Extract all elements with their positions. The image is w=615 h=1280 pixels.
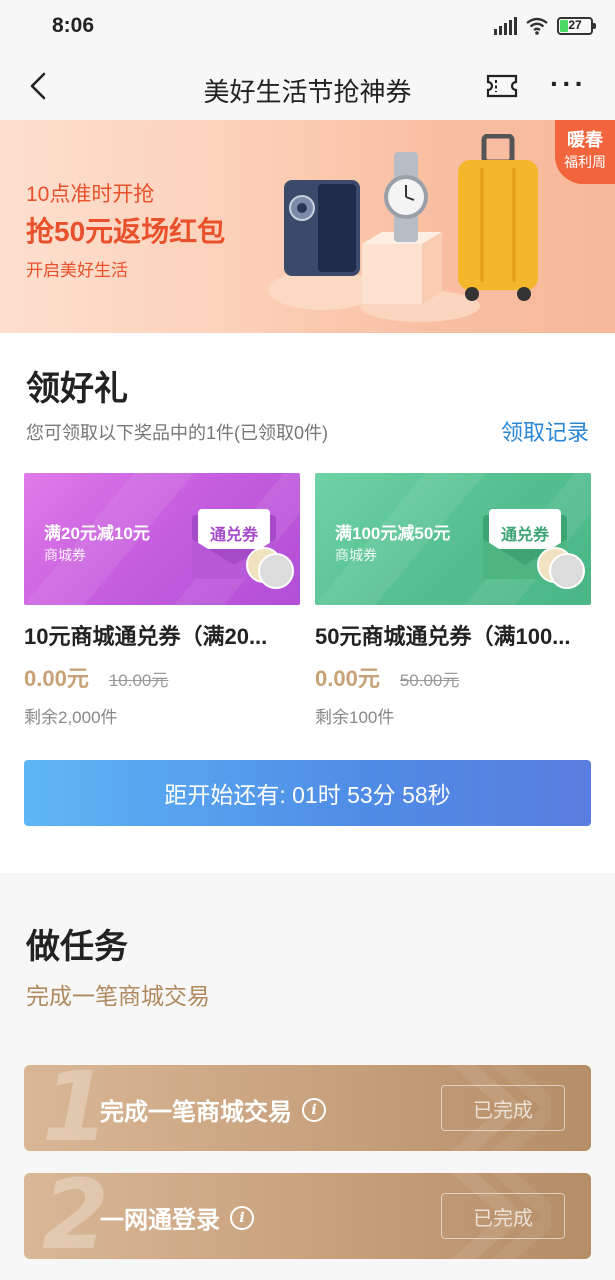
badge-line2: 福利周 xyxy=(564,154,606,170)
status-bar: 8:06 27 xyxy=(0,0,615,56)
page-title: 美好生活节抢神券 xyxy=(203,77,412,107)
box-decoration xyxy=(362,232,442,304)
battery-icon: 27 xyxy=(557,17,596,35)
coupon-condition: 满20元减10元 xyxy=(44,524,150,543)
coupon-price: 0.00元 xyxy=(315,666,380,691)
coupon-type: 商城券 xyxy=(44,547,86,563)
coupon-title: 50元商城通兑券（满100... xyxy=(315,624,571,649)
task-section: 做任务 完成一笔商城交易 1 完成一笔商城交易 i 已完成 2 一网通登录 i … xyxy=(0,873,615,1280)
task-item[interactable]: 2 一网通登录 i 已完成 xyxy=(24,1173,591,1259)
battery-level: 27 xyxy=(568,18,582,32)
coupon-card[interactable]: 满100元减50元 商城券 通兑券 50元商城通兑券（满100... 0.00元… xyxy=(315,473,591,728)
banner-tagline: 开启美好生活 xyxy=(26,261,128,280)
gift-section-title: 领好礼 xyxy=(26,370,128,408)
coupon-image: 满20元减10元 商城券 通兑券 xyxy=(24,473,300,605)
coupon-card[interactable]: 满20元减10元 商城券 通兑券 10元商城通兑券（满20... 0.00元 1… xyxy=(24,473,300,728)
coin-icon xyxy=(549,553,585,589)
coupon-condition: 满100元减50元 xyxy=(335,524,451,543)
task-status-button[interactable]: 已完成 xyxy=(441,1085,565,1131)
task-item[interactable]: 1 完成一笔商城交易 i 已完成 xyxy=(24,1065,591,1151)
price-row: 0.00元 50.00元 xyxy=(315,661,591,693)
envelope-label: 通兑券 xyxy=(500,527,549,544)
gift-section: 领好礼 您可领取以下奖品中的1件(已领取0件) 领取记录 满20元减10元 商城… xyxy=(0,333,615,873)
nav-bar: 美好生活节抢神券 ··· xyxy=(0,56,615,120)
coupon-original-price: 10.00元 xyxy=(108,671,169,690)
more-icon[interactable]: ··· xyxy=(550,70,587,98)
claim-record-link[interactable]: 领取记录 xyxy=(501,415,589,447)
countdown-button[interactable]: 距开始还有: 01时 53分 58秒 xyxy=(24,760,591,826)
task-label: 完成一笔商城交易 xyxy=(100,1099,292,1126)
task-number: 1 xyxy=(42,1065,109,1151)
ticket-icon[interactable] xyxy=(485,72,519,100)
coupon-stock: 剩余2,000件 xyxy=(24,708,118,727)
wifi-icon xyxy=(526,17,548,35)
signal-icon xyxy=(494,17,517,35)
phone-image xyxy=(284,180,360,276)
info-icon[interactable]: i xyxy=(230,1205,254,1230)
watch-image xyxy=(384,152,428,242)
info-icon[interactable]: i xyxy=(302,1097,326,1122)
badge-line1: 暖春 xyxy=(567,130,603,150)
banner-time-text: 10点准时开抢 xyxy=(26,183,155,206)
coupon-original-price: 50.00元 xyxy=(399,671,460,690)
suitcase-image xyxy=(458,134,538,301)
task-status-button[interactable]: 已完成 xyxy=(441,1193,565,1239)
coin-icon xyxy=(258,553,294,589)
coupon-price: 0.00元 xyxy=(24,666,89,691)
banner-headline: 抢50元返场红包 xyxy=(26,216,226,247)
task-label: 一网通登录 xyxy=(100,1207,220,1234)
coupon-title: 10元商城通兑券（满20... xyxy=(24,624,268,649)
gift-subtitle: 您可领取以下奖品中的1件(已领取0件) xyxy=(26,423,329,443)
status-time: 8:06 xyxy=(52,14,95,37)
coupon-type: 商城券 xyxy=(335,547,377,563)
coupon-image: 满100元减50元 商城券 通兑券 xyxy=(315,473,591,605)
price-row: 0.00元 10.00元 xyxy=(24,661,300,693)
task-subtitle: 完成一笔商城交易 xyxy=(26,983,210,1009)
task-number: 2 xyxy=(42,1173,109,1259)
status-icons: 27 xyxy=(494,16,596,36)
promo-banner[interactable]: 10点准时开抢 抢50元返场红包 开启美好生活 暖春 福利周 xyxy=(0,120,615,333)
task-label-row: 完成一笔商城交易 i xyxy=(100,1092,326,1127)
task-section-title: 做任务 xyxy=(26,928,128,966)
envelope-label: 通兑券 xyxy=(209,527,258,544)
task-label-row: 一网通登录 i xyxy=(100,1200,254,1235)
coupon-stock: 剩余100件 xyxy=(315,708,395,727)
spring-welfare-badge: 暖春 福利周 xyxy=(555,120,615,184)
